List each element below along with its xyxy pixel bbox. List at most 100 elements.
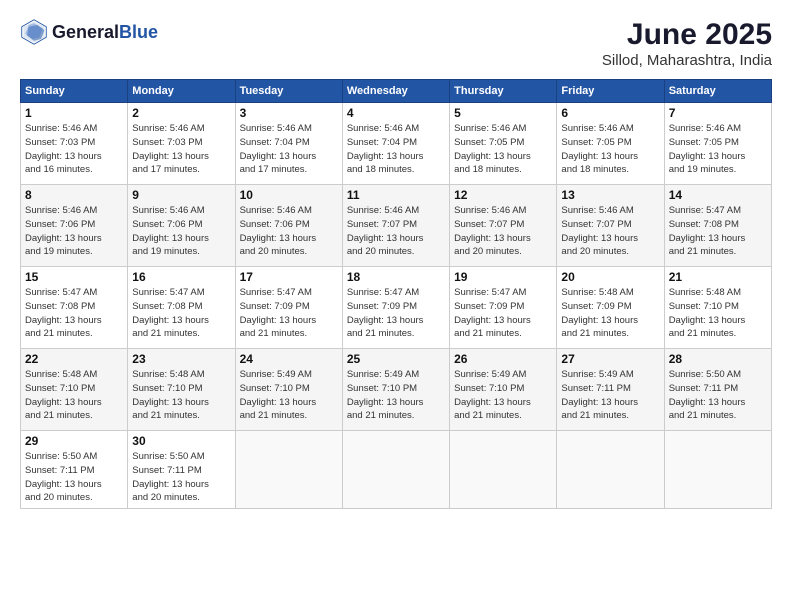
day-info: Sunrise: 5:46 AMSunset: 7:05 PMDaylight:… (561, 122, 659, 177)
table-row: 28 Sunrise: 5:50 AMSunset: 7:11 PMDaylig… (664, 349, 771, 431)
day-info: Sunrise: 5:50 AMSunset: 7:11 PMDaylight:… (25, 450, 123, 505)
table-row (557, 431, 664, 509)
day-info: Sunrise: 5:46 AMSunset: 7:03 PMDaylight:… (132, 122, 230, 177)
logo-blue: Blue (119, 22, 158, 42)
table-row: 25 Sunrise: 5:49 AMSunset: 7:10 PMDaylig… (342, 349, 449, 431)
table-row: 18 Sunrise: 5:47 AMSunset: 7:09 PMDaylig… (342, 267, 449, 349)
col-saturday: Saturday (664, 80, 771, 103)
day-info: Sunrise: 5:50 AMSunset: 7:11 PMDaylight:… (669, 368, 767, 423)
day-number: 21 (669, 270, 767, 284)
day-number: 30 (132, 434, 230, 448)
day-info: Sunrise: 5:46 AMSunset: 7:04 PMDaylight:… (347, 122, 445, 177)
day-info: Sunrise: 5:48 AMSunset: 7:10 PMDaylight:… (669, 286, 767, 341)
logo-text: GeneralBlue (52, 22, 158, 43)
day-number: 14 (669, 188, 767, 202)
day-info: Sunrise: 5:48 AMSunset: 7:10 PMDaylight:… (132, 368, 230, 423)
table-row: 27 Sunrise: 5:49 AMSunset: 7:11 PMDaylig… (557, 349, 664, 431)
day-number: 18 (347, 270, 445, 284)
month-title: June 2025 (602, 18, 772, 52)
table-row (235, 431, 342, 509)
table-row: 2 Sunrise: 5:46 AMSunset: 7:03 PMDayligh… (128, 103, 235, 185)
day-number: 10 (240, 188, 338, 202)
table-row: 24 Sunrise: 5:49 AMSunset: 7:10 PMDaylig… (235, 349, 342, 431)
table-row: 1 Sunrise: 5:46 AMSunset: 7:03 PMDayligh… (21, 103, 128, 185)
day-info: Sunrise: 5:49 AMSunset: 7:10 PMDaylight:… (454, 368, 552, 423)
table-row: 7 Sunrise: 5:46 AMSunset: 7:05 PMDayligh… (664, 103, 771, 185)
logo-icon (20, 18, 48, 46)
col-thursday: Thursday (450, 80, 557, 103)
day-number: 11 (347, 188, 445, 202)
day-number: 2 (132, 106, 230, 120)
day-info: Sunrise: 5:46 AMSunset: 7:04 PMDaylight:… (240, 122, 338, 177)
day-info: Sunrise: 5:46 AMSunset: 7:07 PMDaylight:… (561, 204, 659, 259)
table-row: 13 Sunrise: 5:46 AMSunset: 7:07 PMDaylig… (557, 185, 664, 267)
table-row: 14 Sunrise: 5:47 AMSunset: 7:08 PMDaylig… (664, 185, 771, 267)
day-number: 26 (454, 352, 552, 366)
col-sunday: Sunday (21, 80, 128, 103)
table-row: 30 Sunrise: 5:50 AMSunset: 7:11 PMDaylig… (128, 431, 235, 509)
day-info: Sunrise: 5:47 AMSunset: 7:08 PMDaylight:… (669, 204, 767, 259)
day-info: Sunrise: 5:46 AMSunset: 7:05 PMDaylight:… (454, 122, 552, 177)
day-number: 27 (561, 352, 659, 366)
table-row (664, 431, 771, 509)
logo-general: General (52, 22, 119, 42)
day-info: Sunrise: 5:47 AMSunset: 7:08 PMDaylight:… (132, 286, 230, 341)
col-wednesday: Wednesday (342, 80, 449, 103)
day-info: Sunrise: 5:46 AMSunset: 7:06 PMDaylight:… (240, 204, 338, 259)
title-block: June 2025 Sillod, Maharashtra, India (602, 18, 772, 69)
table-row: 21 Sunrise: 5:48 AMSunset: 7:10 PMDaylig… (664, 267, 771, 349)
header: GeneralBlue June 2025 Sillod, Maharashtr… (20, 18, 772, 69)
day-number: 28 (669, 352, 767, 366)
day-info: Sunrise: 5:49 AMSunset: 7:11 PMDaylight:… (561, 368, 659, 423)
day-number: 9 (132, 188, 230, 202)
day-number: 24 (240, 352, 338, 366)
day-number: 20 (561, 270, 659, 284)
table-row (342, 431, 449, 509)
day-info: Sunrise: 5:46 AMSunset: 7:06 PMDaylight:… (25, 204, 123, 259)
table-row: 15 Sunrise: 5:47 AMSunset: 7:08 PMDaylig… (21, 267, 128, 349)
day-info: Sunrise: 5:46 AMSunset: 7:07 PMDaylight:… (454, 204, 552, 259)
table-row: 6 Sunrise: 5:46 AMSunset: 7:05 PMDayligh… (557, 103, 664, 185)
day-info: Sunrise: 5:46 AMSunset: 7:05 PMDaylight:… (669, 122, 767, 177)
day-info: Sunrise: 5:47 AMSunset: 7:08 PMDaylight:… (25, 286, 123, 341)
day-number: 15 (25, 270, 123, 284)
day-number: 25 (347, 352, 445, 366)
day-number: 22 (25, 352, 123, 366)
col-friday: Friday (557, 80, 664, 103)
day-number: 4 (347, 106, 445, 120)
table-row: 20 Sunrise: 5:48 AMSunset: 7:09 PMDaylig… (557, 267, 664, 349)
day-info: Sunrise: 5:49 AMSunset: 7:10 PMDaylight:… (347, 368, 445, 423)
table-row: 9 Sunrise: 5:46 AMSunset: 7:06 PMDayligh… (128, 185, 235, 267)
day-info: Sunrise: 5:49 AMSunset: 7:10 PMDaylight:… (240, 368, 338, 423)
calendar-table: Sunday Monday Tuesday Wednesday Thursday… (20, 79, 772, 509)
col-tuesday: Tuesday (235, 80, 342, 103)
day-number: 1 (25, 106, 123, 120)
table-row: 10 Sunrise: 5:46 AMSunset: 7:06 PMDaylig… (235, 185, 342, 267)
table-row: 29 Sunrise: 5:50 AMSunset: 7:11 PMDaylig… (21, 431, 128, 509)
col-monday: Monday (128, 80, 235, 103)
table-row: 19 Sunrise: 5:47 AMSunset: 7:09 PMDaylig… (450, 267, 557, 349)
day-info: Sunrise: 5:46 AMSunset: 7:07 PMDaylight:… (347, 204, 445, 259)
day-number: 16 (132, 270, 230, 284)
page-container: GeneralBlue June 2025 Sillod, Maharashtr… (0, 0, 792, 519)
day-info: Sunrise: 5:47 AMSunset: 7:09 PMDaylight:… (240, 286, 338, 341)
day-info: Sunrise: 5:48 AMSunset: 7:09 PMDaylight:… (561, 286, 659, 341)
table-row: 16 Sunrise: 5:47 AMSunset: 7:08 PMDaylig… (128, 267, 235, 349)
day-number: 23 (132, 352, 230, 366)
table-row: 5 Sunrise: 5:46 AMSunset: 7:05 PMDayligh… (450, 103, 557, 185)
table-row: 8 Sunrise: 5:46 AMSunset: 7:06 PMDayligh… (21, 185, 128, 267)
table-row: 4 Sunrise: 5:46 AMSunset: 7:04 PMDayligh… (342, 103, 449, 185)
day-info: Sunrise: 5:48 AMSunset: 7:10 PMDaylight:… (25, 368, 123, 423)
logo: GeneralBlue (20, 18, 158, 46)
day-number: 29 (25, 434, 123, 448)
day-number: 7 (669, 106, 767, 120)
day-info: Sunrise: 5:46 AMSunset: 7:03 PMDaylight:… (25, 122, 123, 177)
table-row: 11 Sunrise: 5:46 AMSunset: 7:07 PMDaylig… (342, 185, 449, 267)
table-row (450, 431, 557, 509)
header-row: Sunday Monday Tuesday Wednesday Thursday… (21, 80, 772, 103)
table-row: 17 Sunrise: 5:47 AMSunset: 7:09 PMDaylig… (235, 267, 342, 349)
day-info: Sunrise: 5:50 AMSunset: 7:11 PMDaylight:… (132, 450, 230, 505)
day-number: 6 (561, 106, 659, 120)
day-number: 3 (240, 106, 338, 120)
table-row: 26 Sunrise: 5:49 AMSunset: 7:10 PMDaylig… (450, 349, 557, 431)
